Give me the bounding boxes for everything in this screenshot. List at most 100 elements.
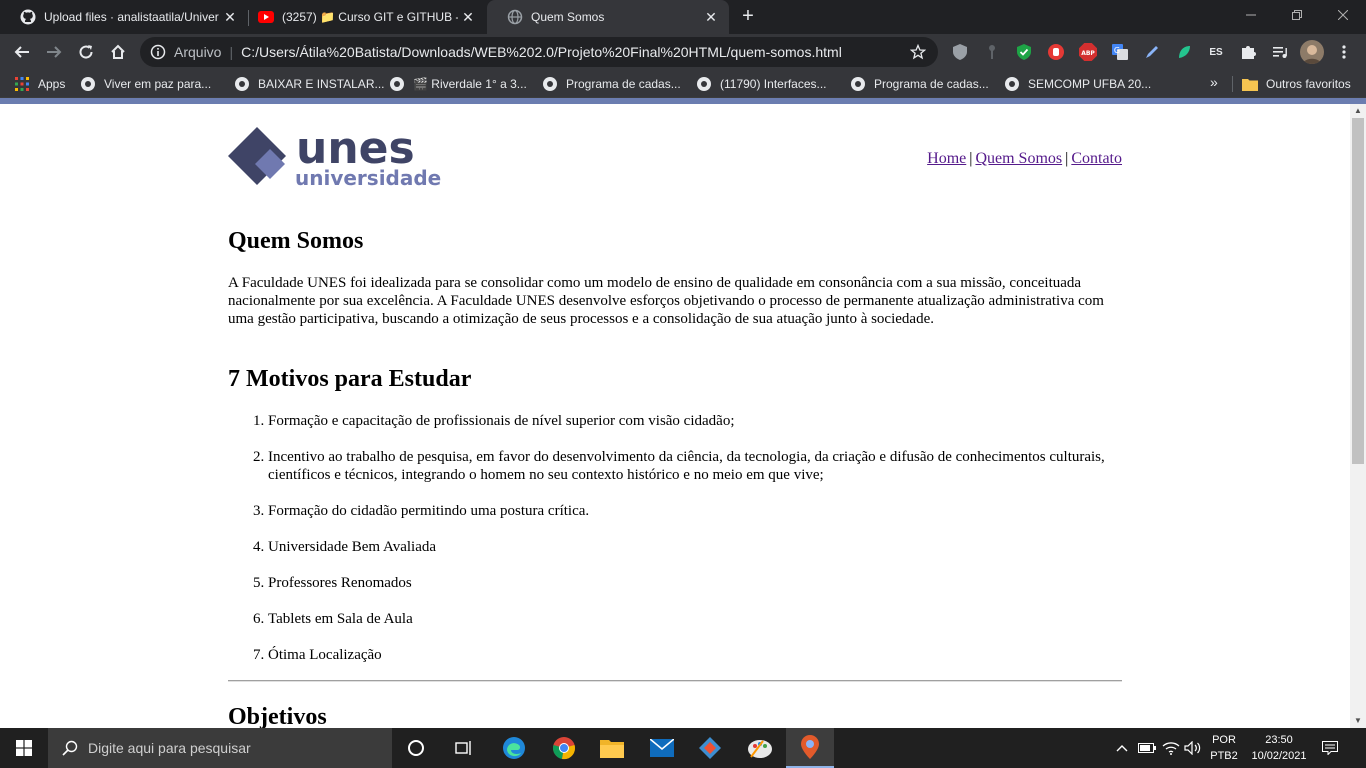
- bookmark-label: Outros favoritos: [1266, 77, 1351, 91]
- keyboard-layout: PTB2: [1210, 750, 1238, 762]
- github-icon: [20, 9, 36, 25]
- close-icon[interactable]: ✕: [701, 7, 721, 27]
- clock-date: 10/02/2021: [1251, 750, 1307, 762]
- nav-link-home[interactable]: Home: [927, 150, 966, 167]
- bookmark-item[interactable]: Viver em paz para...: [80, 74, 211, 94]
- bookmark-apps[interactable]: Apps: [14, 74, 65, 94]
- nav-link-contato[interactable]: Contato: [1071, 150, 1122, 167]
- globe-icon: [696, 76, 712, 92]
- shield-icon[interactable]: [950, 42, 970, 62]
- bookmark-item[interactable]: Programa de cadas...: [542, 74, 681, 94]
- search-icon: [62, 740, 78, 756]
- bookmark-item[interactable]: 🎬 Riverdale 1° a 3...: [389, 74, 527, 94]
- scroll-down-arrow-icon[interactable]: ▼: [1350, 714, 1366, 728]
- avatar[interactable]: [1300, 40, 1324, 64]
- tab-title: (3257) 📁 Curso GIT e GITHUB -: [282, 10, 458, 24]
- git-app-icon[interactable]: [686, 728, 734, 768]
- folder-icon: [1242, 76, 1258, 92]
- nav-link-quem-somos[interactable]: Quem Somos: [975, 150, 1062, 167]
- close-icon[interactable]: ✕: [220, 7, 240, 27]
- url-text[interactable]: C:/Users/Átila%20Batista/Downloads/WEB%2…: [241, 44, 908, 60]
- active-app-icon[interactable]: [786, 728, 834, 768]
- translate-icon[interactable]: G: [1110, 42, 1130, 62]
- tab-title: Upload files · analistaatila/Univer: [44, 10, 219, 24]
- info-icon[interactable]: [150, 44, 166, 60]
- logo-sub-text: universidade: [295, 166, 441, 187]
- system-clock[interactable]: 23:50 10/02/2021: [1250, 732, 1308, 764]
- bookmarks-divider: [1232, 76, 1233, 92]
- list-item: Formação e capacitação de profissionais …: [268, 412, 1122, 430]
- tab-strip: Upload files · analistaatila/Univer ✕ (3…: [0, 0, 1366, 34]
- wifi-icon[interactable]: [1160, 728, 1182, 768]
- tab-github[interactable]: Upload files · analistaatila/Univer ✕: [0, 0, 248, 34]
- svg-text:G: G: [1114, 46, 1120, 55]
- restore-icon[interactable]: [1274, 0, 1320, 30]
- tab-youtube[interactable]: (3257) 📁 Curso GIT e GITHUB - ✕: [238, 0, 486, 34]
- language-extension[interactable]: ES: [1206, 42, 1226, 62]
- bookmark-label: Apps: [38, 77, 66, 91]
- url-scheme-label: Arquivo: [174, 44, 222, 60]
- leaf-icon[interactable]: [1174, 42, 1194, 62]
- file-explorer-icon[interactable]: [588, 728, 636, 768]
- close-window-icon[interactable]: [1320, 0, 1366, 30]
- windows-start-icon[interactable]: [0, 728, 48, 768]
- list-item: Formação do cidadão permitindo uma postu…: [268, 502, 1122, 520]
- list-item: Universidade Bem Avaliada: [268, 538, 1122, 556]
- hand-stop-icon[interactable]: [1046, 42, 1066, 62]
- globe-icon: [850, 76, 866, 92]
- pen-icon[interactable]: [1142, 42, 1162, 62]
- youtube-icon: [258, 9, 274, 25]
- address-bar[interactable]: Arquivo | C:/Users/Átila%20Batista/Downl…: [140, 37, 938, 67]
- new-tab-button[interactable]: +: [736, 5, 760, 29]
- notifications-icon[interactable]: [1318, 728, 1342, 768]
- task-view-icon[interactable]: [440, 728, 488, 768]
- bookmark-item[interactable]: Programa de cadas...: [850, 74, 989, 94]
- tray-overflow-icon[interactable]: [1112, 728, 1132, 768]
- url-separator: |: [229, 44, 234, 60]
- mail-icon[interactable]: [638, 728, 686, 768]
- edge-icon[interactable]: [490, 728, 538, 768]
- objetivos-heading: Objetivos: [228, 704, 327, 728]
- back-icon[interactable]: [8, 38, 36, 66]
- adblock-icon[interactable]: ABP: [1078, 42, 1098, 62]
- bookmark-item[interactable]: SEMCOMP UFBA 20...: [1004, 74, 1151, 94]
- paint-app-icon[interactable]: [736, 728, 784, 768]
- scroll-up-arrow-icon[interactable]: ▲: [1350, 104, 1366, 118]
- tab-quem-somos[interactable]: Quem Somos ✕: [487, 0, 729, 34]
- minimize-icon[interactable]: [1228, 0, 1274, 30]
- playlist-icon[interactable]: [1270, 42, 1290, 62]
- other-favorites-folder[interactable]: Outros favoritos: [1242, 74, 1351, 94]
- taskbar-search-input[interactable]: Digite aqui para pesquisar: [48, 728, 392, 768]
- bookmark-star-icon[interactable]: [908, 42, 928, 62]
- bookmark-label: Programa de cadas...: [874, 77, 989, 91]
- key-icon[interactable]: [982, 42, 1002, 62]
- list-item: Ótima Localização: [268, 646, 1122, 664]
- unes-logo[interactable]: unes universidade: [228, 123, 442, 190]
- bookmarks-bar: Apps Viver em paz para... BAIXAR E INSTA…: [0, 70, 1366, 98]
- reload-icon[interactable]: [72, 38, 100, 66]
- chrome-icon[interactable]: [540, 728, 588, 768]
- clock-time: 23:50: [1265, 734, 1293, 746]
- cortana-icon[interactable]: [392, 728, 440, 768]
- windows-taskbar: Digite aqui para pesquisar POR PTB2 23:5…: [0, 728, 1366, 768]
- shield-check-icon[interactable]: [1014, 42, 1034, 62]
- volume-icon[interactable]: [1182, 728, 1204, 768]
- menu-kebab-icon[interactable]: [1334, 42, 1354, 62]
- browser-toolbar: Arquivo | C:/Users/Átila%20Batista/Downl…: [0, 34, 1366, 70]
- bookmarks-overflow-button[interactable]: »: [1210, 74, 1218, 90]
- puzzle-icon[interactable]: [1238, 42, 1258, 62]
- forward-icon[interactable]: [40, 38, 68, 66]
- bookmark-label: BAIXAR E INSTALAR...: [258, 77, 385, 91]
- close-icon[interactable]: ✕: [458, 7, 478, 27]
- battery-icon[interactable]: [1136, 728, 1158, 768]
- motivos-list: Formação e capacitação de profissionais …: [228, 412, 1122, 664]
- bookmark-item[interactable]: (11790) Interfaces...: [696, 74, 827, 94]
- list-item: Professores Renomados: [268, 574, 1122, 592]
- vertical-scrollbar[interactable]: ▲ ▼: [1350, 104, 1366, 728]
- input-language-indicator[interactable]: POR PTB2: [1204, 732, 1244, 764]
- scrollbar-thumb[interactable]: [1352, 118, 1364, 464]
- globe-icon: [80, 76, 96, 92]
- globe-icon: [1004, 76, 1020, 92]
- home-icon[interactable]: [104, 38, 132, 66]
- bookmark-item[interactable]: BAIXAR E INSTALAR...: [234, 74, 384, 94]
